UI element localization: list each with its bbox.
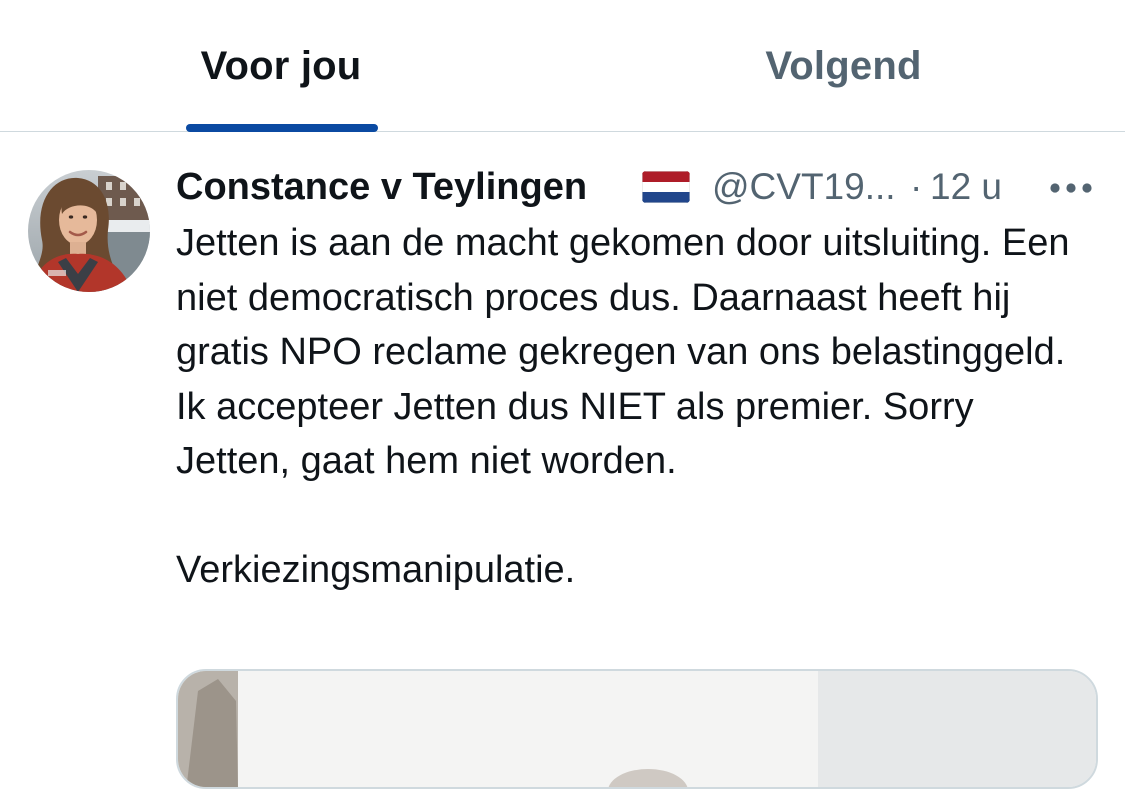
tweet-header: Constance v Teylingen @CVT19... · 12 u	[176, 163, 1096, 211]
timeline-tabs: Voor jou Volgend	[0, 0, 1125, 132]
tweet[interactable]: Constance v Teylingen @CVT19... · 12 u J…	[0, 133, 1125, 789]
netherlands-flag-icon	[642, 171, 690, 203]
avatar[interactable]	[28, 170, 150, 292]
more-options-button[interactable]	[1046, 171, 1096, 205]
more-horizontal-icon	[1050, 183, 1092, 193]
header-separator: ·	[910, 166, 923, 207]
tab-following[interactable]: Volgend	[562, 0, 1125, 131]
tweet-timestamp[interactable]: 12 u	[930, 163, 1002, 211]
tweet-text: Jetten is aan de macht gekomen door uits…	[176, 216, 1096, 597]
user-handle[interactable]: @CVT19...	[712, 163, 896, 211]
display-name[interactable]: Constance v Teylingen	[176, 163, 587, 211]
tweet-paragraph: Jetten is aan de macht gekomen door uits…	[176, 222, 1070, 482]
tab-for-you[interactable]: Voor jou	[0, 0, 562, 131]
tab-for-you-label: Voor jou	[200, 44, 362, 88]
tweet-paragraph: Verkiezingsmanipulatie.	[176, 548, 576, 591]
tab-following-label: Volgend	[765, 44, 922, 88]
tweet-media[interactable]	[176, 669, 1098, 789]
tweet-media-image	[178, 671, 1096, 787]
avatar-photo	[28, 170, 150, 292]
active-tab-indicator	[186, 124, 378, 132]
